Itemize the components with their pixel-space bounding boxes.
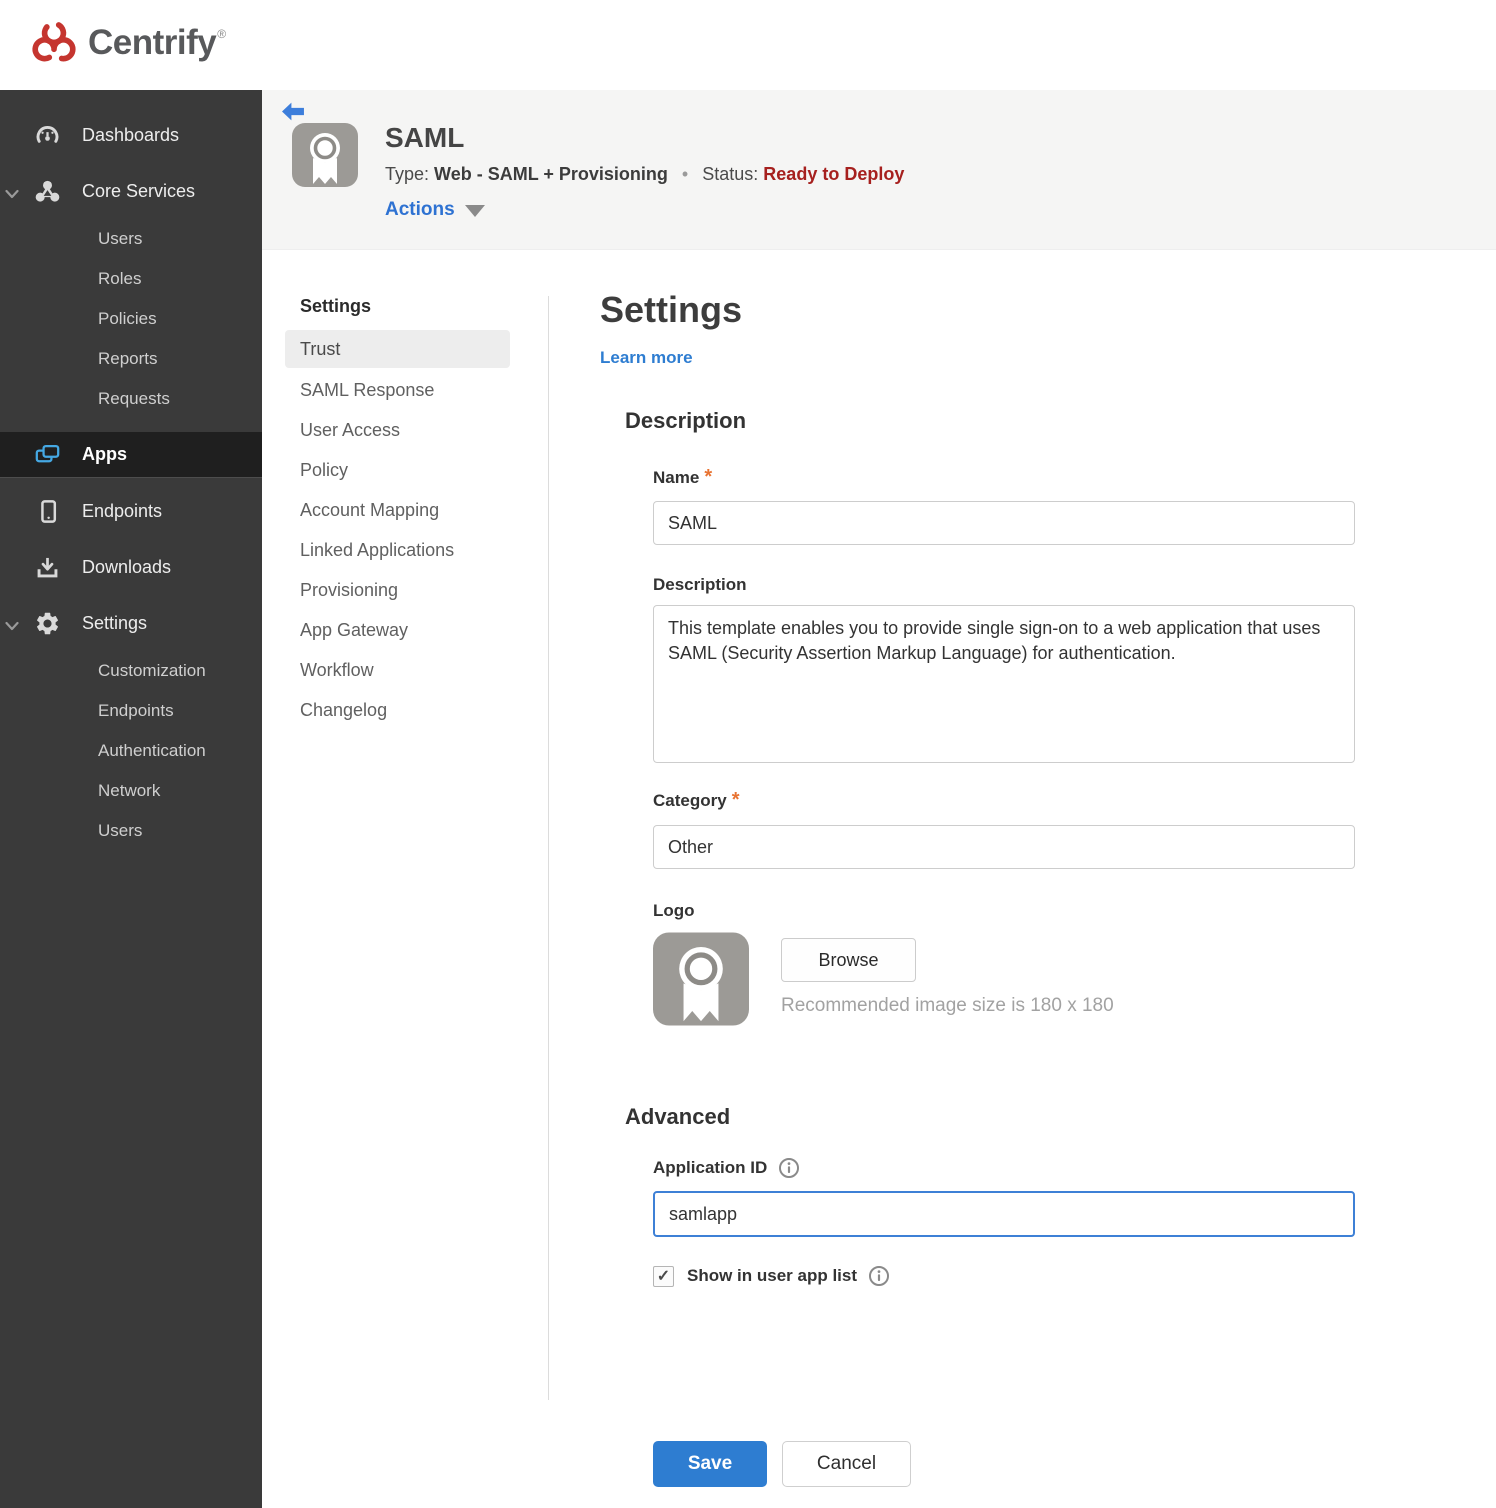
sidebar-item-apps[interactable]: Apps <box>0 432 262 478</box>
category-label: Category <box>653 790 727 810</box>
back-arrow-icon[interactable] <box>282 102 305 126</box>
sidebar-item-settings[interactable]: Settings <box>0 595 262 651</box>
sidebar-item-dashboards[interactable]: Dashboards <box>0 107 262 163</box>
gear-icon <box>34 610 61 637</box>
subnav-item-workflow[interactable]: Workflow <box>262 650 548 690</box>
core-services-icon <box>34 178 61 205</box>
name-input[interactable] <box>653 501 1355 545</box>
sidebar-item-users[interactable]: Users <box>0 219 262 259</box>
mobile-icon <box>34 498 61 525</box>
subnav-item-changelog[interactable]: Changelog <box>262 690 548 730</box>
advanced-section-heading: Advanced <box>625 1104 731 1129</box>
sidebar-item-roles[interactable]: Roles <box>0 259 262 299</box>
subnav-item-account-mapping[interactable]: Account Mapping <box>262 490 548 530</box>
save-button[interactable]: Save <box>653 1441 767 1487</box>
logo-label: Logo <box>653 901 695 920</box>
apps-icon <box>34 441 61 468</box>
name-label: Name <box>653 467 700 487</box>
logo-ribbon-icon <box>653 932 749 1026</box>
brand-wordmark: Centrify <box>88 22 217 62</box>
type-value: Web - SAML + Provisioning <box>434 164 668 184</box>
page-title: Settings <box>600 289 743 330</box>
subnav-item-linked-applications[interactable]: Linked Applications <box>262 530 548 570</box>
app-subnav: Settings Trust SAML Response User Access… <box>262 296 549 1400</box>
description-section-heading: Description <box>625 408 747 433</box>
settings-panel: Settings Learn more Description Name * D… <box>549 250 1496 1508</box>
sidebar: Dashboards Core Services Users Roles Pol… <box>0 90 262 1508</box>
category-input[interactable] <box>653 825 1355 869</box>
actions-label: Actions <box>385 199 455 220</box>
required-asterisk: * <box>704 466 713 488</box>
description-label: Description <box>653 575 747 594</box>
subnav-item-policy[interactable]: Policy <box>262 450 548 490</box>
subnav-item-app-gateway[interactable]: App Gateway <box>262 610 548 650</box>
sidebar-item-settings-users[interactable]: Users <box>0 811 262 851</box>
sidebar-item-authentication[interactable]: Authentication <box>0 731 262 771</box>
info-icon[interactable] <box>778 1157 800 1179</box>
sidebar-item-network[interactable]: Network <box>0 771 262 811</box>
subnav-item-trust[interactable]: Trust <box>285 330 510 368</box>
subnav-item-user-access[interactable]: User Access <box>262 410 548 450</box>
centrify-swirl-icon <box>30 19 78 72</box>
application-id-input[interactable] <box>653 1191 1355 1237</box>
sidebar-item-policies[interactable]: Policies <box>0 299 262 339</box>
status-badge: Ready to Deploy <box>763 164 905 184</box>
gauge-icon <box>34 122 61 149</box>
subnav-header: Settings <box>300 296 372 316</box>
sidebar-item-customization[interactable]: Customization <box>0 651 262 691</box>
sidebar-item-reports[interactable]: Reports <box>0 339 262 379</box>
download-icon <box>34 554 61 581</box>
ribbon-icon <box>292 123 358 187</box>
meta-separator: • <box>681 164 689 184</box>
actions-dropdown[interactable]: Actions <box>385 199 904 221</box>
app-title: SAML <box>385 122 465 153</box>
status-label: Status: <box>702 164 759 184</box>
sidebar-item-settings-endpoints[interactable]: Endpoints <box>0 691 262 731</box>
info-icon[interactable] <box>868 1265 890 1287</box>
registered-mark: ® <box>217 26 227 41</box>
app-header: SAML Type: Web - SAML + Provisioning • S… <box>262 90 1496 250</box>
application-id-label: Application ID <box>653 1158 768 1177</box>
subnav-item-saml-response[interactable]: SAML Response <box>262 370 548 410</box>
type-label: Type: <box>385 164 430 184</box>
cancel-button[interactable]: Cancel <box>782 1441 911 1487</box>
sidebar-item-downloads[interactable]: Downloads <box>0 539 262 595</box>
browse-button[interactable]: Browse <box>781 938 916 982</box>
logo-size-hint: Recommended image size is 180 x 180 <box>781 995 1114 1016</box>
sidebar-item-endpoints[interactable]: Endpoints <box>0 483 262 539</box>
app-meta-line: Type: Web - SAML + Provisioning • Status… <box>385 164 904 185</box>
subnav-item-provisioning[interactable]: Provisioning <box>262 570 548 610</box>
show-in-user-app-list-checkbox[interactable]: ✓ <box>653 1265 674 1287</box>
sidebar-item-requests[interactable]: Requests <box>0 379 262 419</box>
required-asterisk: * <box>731 789 740 811</box>
caret-down-icon <box>464 205 485 217</box>
chevron-down-icon <box>5 618 19 636</box>
top-bar: Centrify ® <box>0 0 1496 90</box>
learn-more-link[interactable]: Learn more <box>600 348 693 368</box>
sidebar-item-core-services[interactable]: Core Services <box>0 163 262 219</box>
centrify-logo: Centrify ® <box>30 19 226 72</box>
chevron-down-icon <box>5 186 19 204</box>
description-textarea[interactable]: This template enables you to provide sin… <box>653 605 1355 763</box>
show-in-user-app-list-label: Show in user app list <box>687 1266 858 1285</box>
